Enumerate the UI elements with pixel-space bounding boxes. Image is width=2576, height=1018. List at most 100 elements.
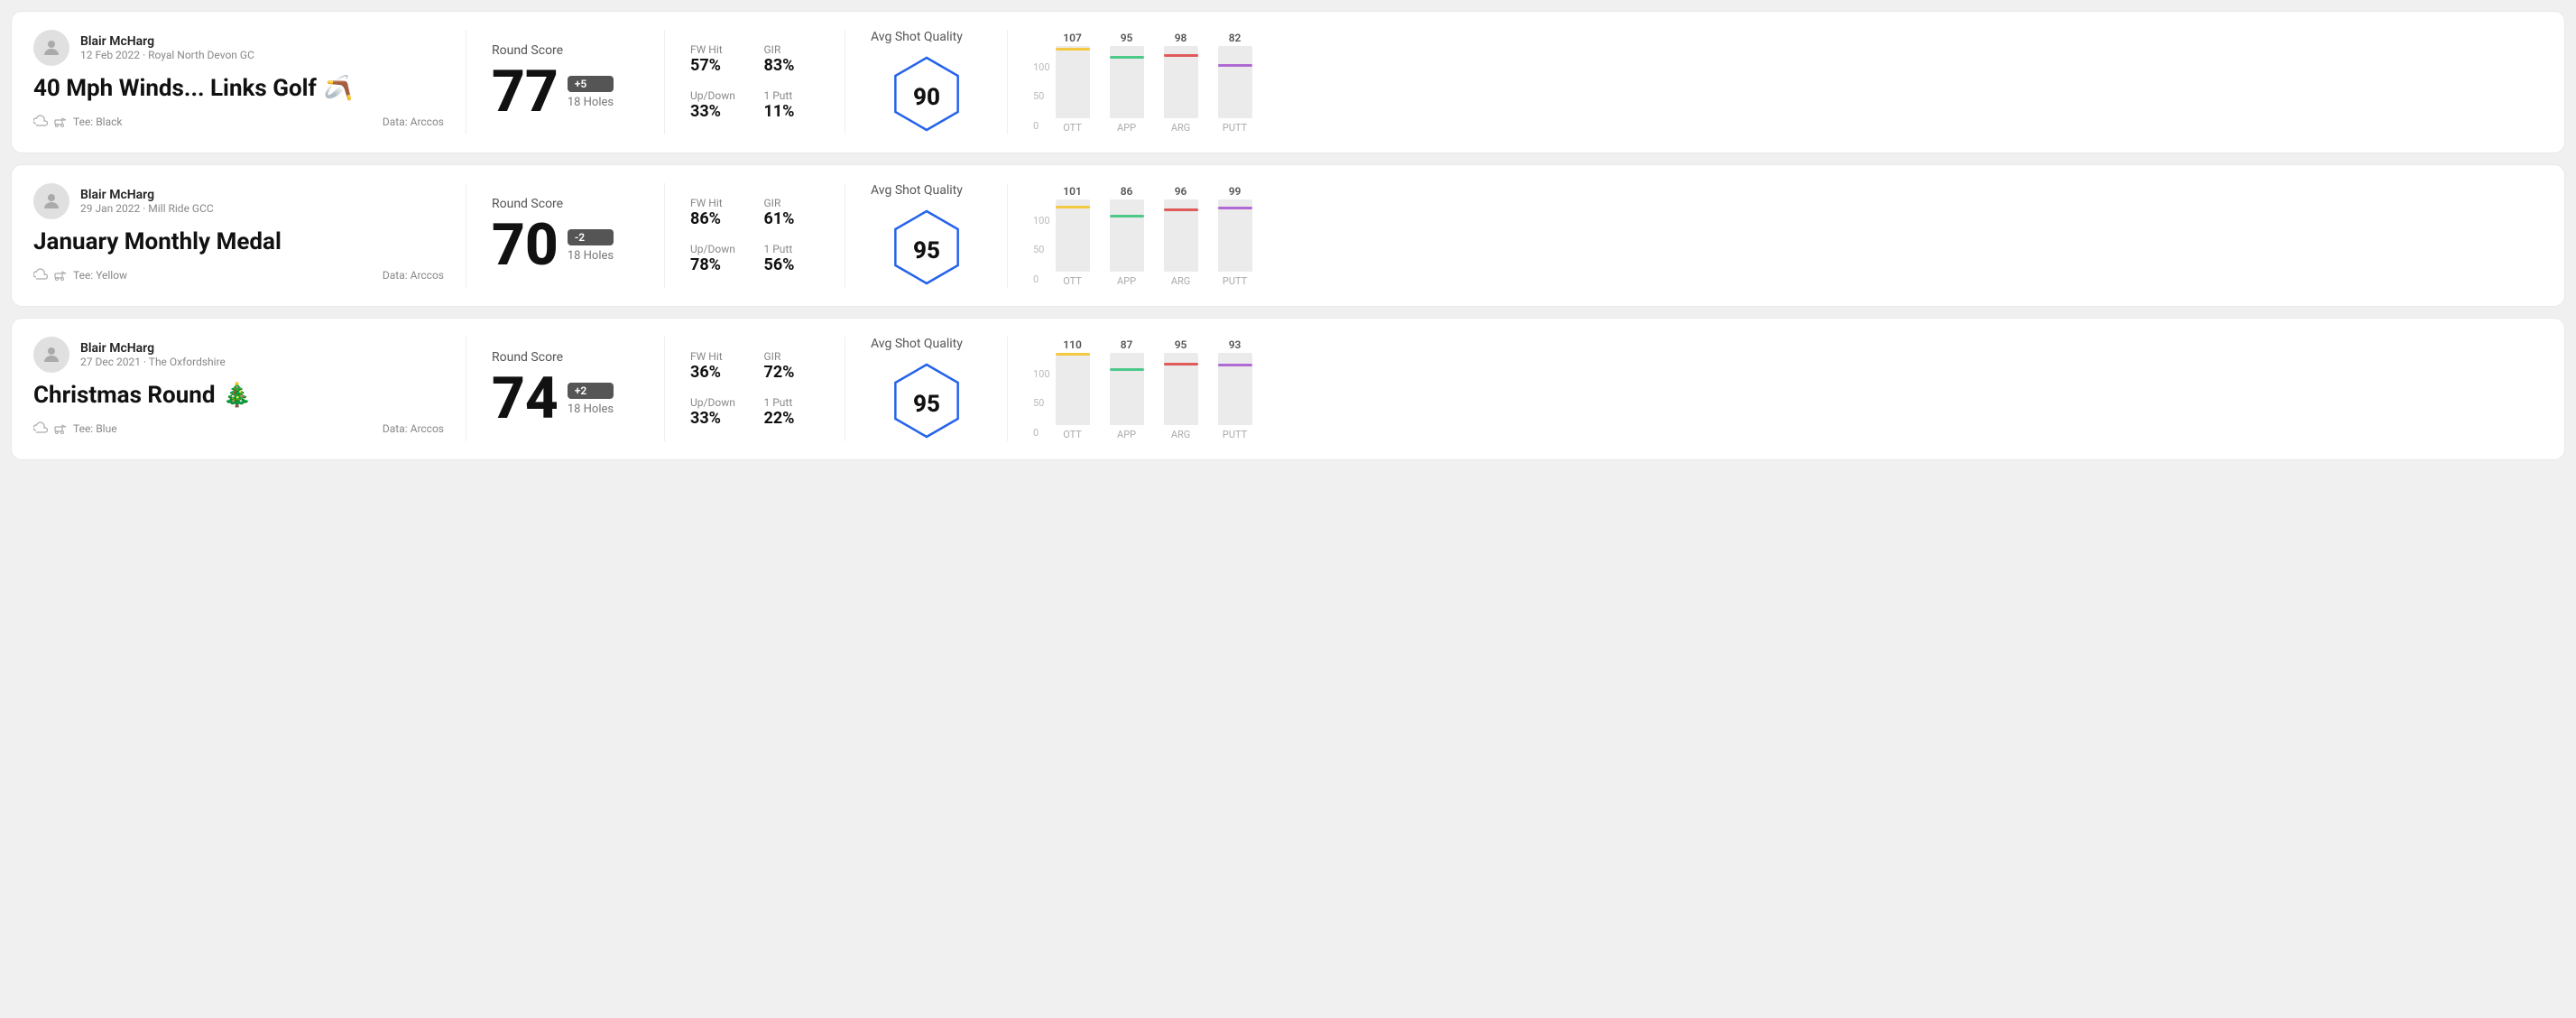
left-section: Blair McHarg 29 Jan 2022 · Mill Ride GCC… [33, 183, 466, 288]
user-name: Blair McHarg [80, 34, 254, 49]
round-card-3: Blair McHarg 27 Dec 2021 · The Oxfordshi… [11, 318, 2565, 460]
fw-hit-label: FW Hit [690, 350, 746, 363]
score-detail: +5 18 Holes [568, 76, 614, 109]
stats-section: FW Hit 36% GIR 72% Up/Down 33% 1 Putt 22… [665, 337, 845, 441]
stats-bottom: Up/Down 33% 1 Putt 11% [690, 89, 819, 121]
round-score-label: Round Score [492, 197, 639, 211]
avatar [33, 337, 69, 373]
stats-top: FW Hit 86% GIR 61% [690, 197, 819, 228]
oneputt-stat: 1 Putt 22% [764, 396, 820, 428]
user-date: 27 Dec 2021 · The Oxfordshire [80, 356, 226, 368]
round-title: January Monthly Medal [33, 228, 444, 255]
golf-cart-icon [53, 268, 68, 282]
user-icon [41, 190, 62, 212]
score-value: 77 [492, 63, 559, 121]
fw-hit-stat: FW Hit 57% [690, 43, 746, 75]
stats-bottom: Up/Down 33% 1 Putt 22% [690, 396, 819, 428]
fw-hit-stat: FW Hit 86% [690, 197, 746, 228]
quality-section: Avg Shot Quality 90 [845, 30, 1008, 134]
title-emoji: 🎄 [223, 382, 252, 409]
quality-label: Avg Shot Quality [871, 337, 963, 351]
updown-value: 78% [690, 255, 746, 274]
stats-top: FW Hit 57% GIR 83% [690, 43, 819, 75]
cloud-icon [33, 268, 48, 282]
score-badge: +5 [568, 76, 614, 92]
oneputt-label: 1 Putt [764, 396, 820, 409]
tee-label: Tee: Black [73, 116, 122, 128]
svg-text:95: 95 [913, 391, 940, 418]
tee-row: Tee: Black Data: Arccos [33, 115, 444, 129]
golf-cart-icon [53, 115, 68, 129]
user-date: 29 Jan 2022 · Mill Ride GCC [80, 202, 214, 215]
chart-section: 100 50 0 107 OTT 95 APP 98 [1008, 30, 2543, 134]
user-info: Blair McHarg 12 Feb 2022 · Royal North D… [80, 34, 254, 61]
round-card-2: Blair McHarg 29 Jan 2022 · Mill Ride GCC… [11, 164, 2565, 307]
round-title: Christmas Round 🎄 [33, 382, 444, 409]
hexagon-container: 90 [886, 53, 967, 134]
oneputt-stat: 1 Putt 11% [764, 89, 820, 121]
score-detail: +2 18 Holes [568, 383, 614, 416]
score-section: Round Score 74 +2 18 Holes [466, 337, 665, 441]
svg-text:95: 95 [913, 237, 940, 264]
tee-info: Tee: Blue [33, 421, 117, 436]
gir-label: GIR [764, 197, 820, 209]
fw-hit-label: FW Hit [690, 43, 746, 56]
score-value: 70 [492, 217, 559, 274]
updown-stat: Up/Down 33% [690, 396, 746, 428]
tee-info: Tee: Black [33, 115, 122, 129]
fw-hit-stat: FW Hit 36% [690, 350, 746, 382]
updown-label: Up/Down [690, 243, 746, 255]
gir-stat: GIR 83% [764, 43, 820, 75]
data-source: Data: Arccos [383, 269, 444, 282]
gir-stat: GIR 61% [764, 197, 820, 228]
score-row: 74 +2 18 Holes [492, 370, 639, 428]
oneputt-label: 1 Putt [764, 89, 820, 102]
stats-section: FW Hit 86% GIR 61% Up/Down 78% 1 Putt 56… [665, 183, 845, 288]
avatar [33, 183, 69, 219]
quality-label: Avg Shot Quality [871, 30, 963, 44]
hexagon-container: 95 [886, 207, 967, 288]
stats-section: FW Hit 57% GIR 83% Up/Down 33% 1 Putt 11… [665, 30, 845, 134]
score-value: 74 [492, 370, 559, 428]
data-source: Data: Arccos [383, 116, 444, 128]
score-holes: 18 Holes [568, 96, 614, 109]
user-info: Blair McHarg 29 Jan 2022 · Mill Ride GCC [80, 188, 214, 215]
title-emoji: 🪃 [324, 75, 353, 102]
gir-label: GIR [764, 43, 820, 56]
round-score-label: Round Score [492, 350, 639, 365]
score-badge: -2 [568, 229, 614, 245]
updown-label: Up/Down [690, 89, 746, 102]
score-row: 77 +5 18 Holes [492, 63, 639, 121]
gir-value: 83% [764, 56, 820, 75]
gir-stat: GIR 72% [764, 350, 820, 382]
tee-info: Tee: Yellow [33, 268, 127, 282]
tee-label: Tee: Yellow [73, 269, 127, 282]
gir-label: GIR [764, 350, 820, 363]
round-title: 40 Mph Winds... Links Golf 🪃 [33, 75, 444, 102]
round-score-label: Round Score [492, 43, 639, 58]
fw-hit-label: FW Hit [690, 197, 746, 209]
quality-label: Avg Shot Quality [871, 183, 963, 198]
user-date: 12 Feb 2022 · Royal North Devon GC [80, 49, 254, 61]
user-row: Blair McHarg 12 Feb 2022 · Royal North D… [33, 30, 444, 66]
oneputt-value: 11% [764, 102, 820, 121]
updown-stat: Up/Down 78% [690, 243, 746, 274]
svg-text:90: 90 [913, 84, 940, 111]
user-row: Blair McHarg 27 Dec 2021 · The Oxfordshi… [33, 337, 444, 373]
gir-value: 72% [764, 363, 820, 382]
user-name: Blair McHarg [80, 188, 214, 202]
tee-row: Tee: Blue Data: Arccos [33, 421, 444, 436]
user-row: Blair McHarg 29 Jan 2022 · Mill Ride GCC [33, 183, 444, 219]
updown-label: Up/Down [690, 396, 746, 409]
chart-section: 100 50 0 101 OTT 86 APP 96 [1008, 183, 2543, 288]
left-section: Blair McHarg 12 Feb 2022 · Royal North D… [33, 30, 466, 134]
data-source: Data: Arccos [383, 422, 444, 435]
score-section: Round Score 77 +5 18 Holes [466, 30, 665, 134]
oneputt-stat: 1 Putt 56% [764, 243, 820, 274]
left-section: Blair McHarg 27 Dec 2021 · The Oxfordshi… [33, 337, 466, 441]
fw-hit-value: 86% [690, 209, 746, 228]
score-badge: +2 [568, 383, 614, 399]
score-section: Round Score 70 -2 18 Holes [466, 183, 665, 288]
updown-value: 33% [690, 102, 746, 121]
round-card-1: Blair McHarg 12 Feb 2022 · Royal North D… [11, 11, 2565, 153]
